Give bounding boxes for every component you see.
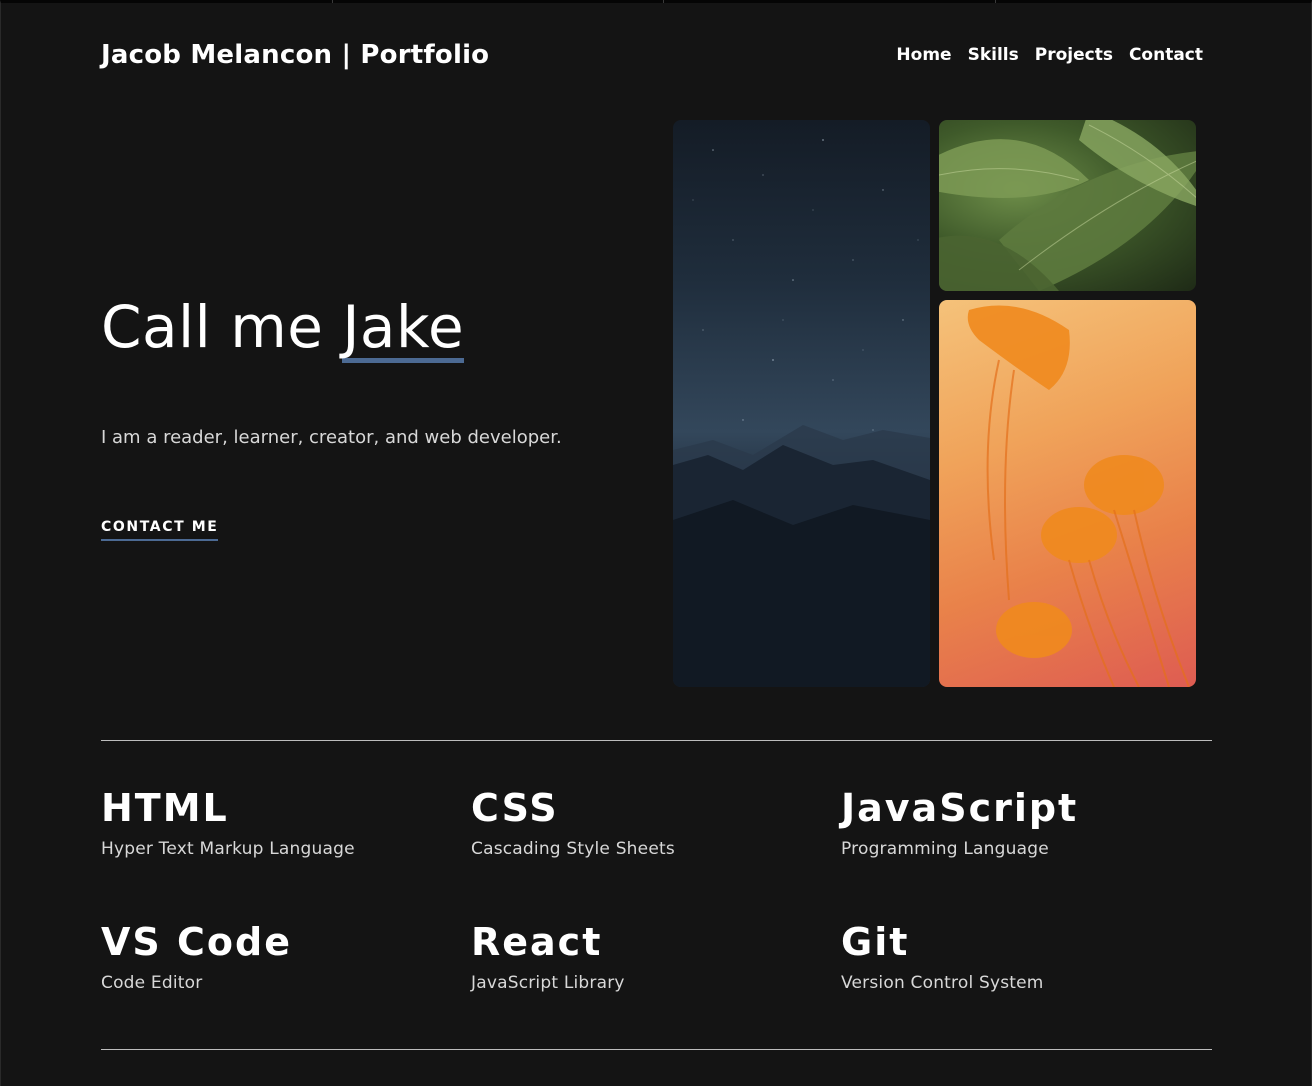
section-divider-top — [101, 740, 1212, 741]
green-leaves-image — [939, 120, 1196, 291]
skill-name: React — [471, 920, 603, 964]
contact-me-button[interactable]: CONTACT ME — [101, 519, 219, 541]
skill-name: JavaScript — [841, 786, 1079, 830]
skill-item-html: HTML Hyper Text Markup Language — [101, 785, 461, 859]
nav-contact-link[interactable]: Contact — [1129, 45, 1203, 65]
nav-projects-link[interactable]: Projects — [1035, 45, 1113, 65]
skill-description: Cascading Style Sheets — [471, 839, 675, 859]
skill-name: Git — [841, 920, 910, 964]
section-divider-bottom — [101, 1049, 1212, 1050]
site-header: Jacob Melancon | Portfolio Home Skills P… — [101, 35, 1203, 75]
page: Jacob Melancon | Portfolio Home Skills P… — [0, 0, 1312, 1086]
hero-title-accent: Jake — [342, 293, 465, 363]
nav-skills-link[interactable]: Skills — [968, 45, 1019, 65]
window-top-edge — [1, 0, 1311, 3]
skill-name: VS Code — [101, 920, 292, 964]
night-sky-mountains-image — [673, 120, 930, 687]
jellyfish-image — [939, 300, 1196, 687]
skill-item-vscode: VS Code Code Editor — [101, 919, 461, 993]
nav-home-link[interactable]: Home — [896, 45, 951, 65]
main-nav: Home Skills Projects Contact — [896, 45, 1203, 65]
skill-description: Programming Language — [841, 839, 1049, 859]
skill-name: CSS — [471, 786, 559, 830]
skill-description: JavaScript Library — [471, 973, 625, 993]
skill-description: Hyper Text Markup Language — [101, 839, 355, 859]
skill-item-css: CSS Cascading Style Sheets — [471, 785, 831, 859]
hero-subtitle: I am a reader, learner, creator, and web… — [101, 427, 562, 448]
site-brand[interactable]: Jacob Melancon | Portfolio — [101, 40, 489, 70]
hero-title-prefix: Call me — [101, 293, 343, 361]
hero-title: Call me Jake — [101, 291, 465, 363]
skill-item-react: React JavaScript Library — [471, 919, 831, 993]
skill-description: Code Editor — [101, 973, 203, 993]
skill-item-javascript: JavaScript Programming Language — [841, 785, 1201, 859]
skill-item-git: Git Version Control System — [841, 919, 1201, 993]
skill-description: Version Control System — [841, 973, 1044, 993]
skill-name: HTML — [101, 786, 229, 830]
